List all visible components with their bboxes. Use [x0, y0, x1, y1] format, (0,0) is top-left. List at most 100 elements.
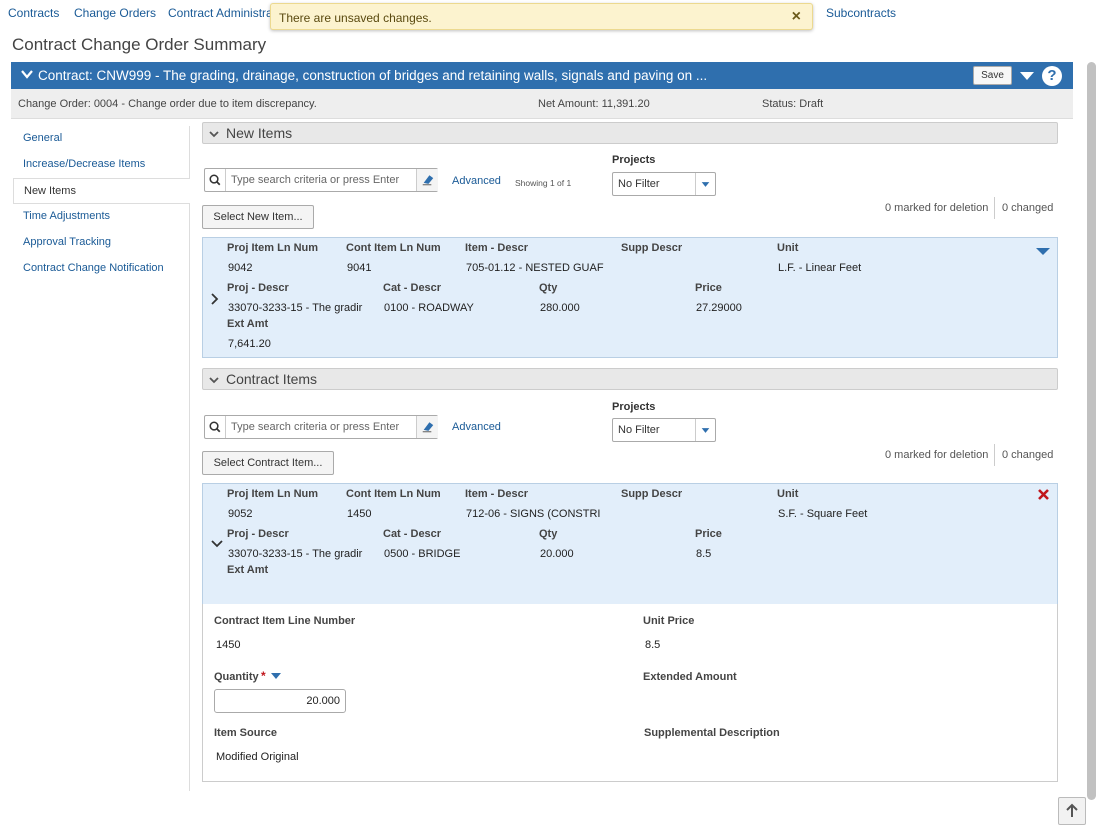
marked-for-deletion-count: 0 marked for deletion	[885, 449, 989, 461]
topnav-change-orders[interactable]: Change Orders	[74, 6, 156, 20]
header-cat-descr: Cat - Descr	[383, 528, 442, 540]
search-placeholder: Type search criteria or press Enter	[231, 174, 400, 186]
marked-for-deletion-count: 0 marked for deletion	[885, 202, 989, 214]
header-qty: Qty	[539, 528, 558, 540]
contract-items-projects-select[interactable]: No Filter	[612, 418, 716, 442]
topnav-contract-administration[interactable]: Contract Administrati	[168, 6, 279, 20]
section-title: New Items	[226, 125, 293, 141]
caret-down-icon[interactable]	[271, 673, 281, 680]
projects-label: Projects	[612, 154, 656, 166]
unit-price-label: Unit Price	[643, 615, 695, 627]
cell-proj-item: 9052	[228, 508, 253, 520]
line-number-label: Contract Item Line Number	[214, 615, 356, 627]
search-icon[interactable]	[205, 416, 226, 438]
chevron-down-icon[interactable]	[211, 539, 223, 549]
arrow-up-icon	[1066, 803, 1078, 817]
nav-time-adjustments[interactable]: Time Adjustments	[13, 204, 190, 230]
cell-item-descr: 712-06 - SIGNS (CONSTRI	[466, 508, 601, 520]
header-qty: Qty	[539, 282, 558, 294]
nav-general[interactable]: General	[13, 126, 190, 152]
header-item-descr: Item - Descr	[465, 488, 528, 500]
header-ext-amt: Ext Amt	[227, 564, 269, 576]
status-label: Status: Draft	[762, 98, 824, 110]
header-ext-amt: Ext Amt	[227, 318, 269, 330]
new-items-advanced-link[interactable]: Advanced	[452, 175, 501, 187]
contract-items-section-header[interactable]: Contract Items	[202, 368, 1058, 390]
contract-items-advanced-link[interactable]: Advanced	[452, 421, 501, 433]
close-icon[interactable]: ×	[792, 8, 801, 26]
required-mark: *	[261, 669, 266, 683]
delete-x-icon[interactable]	[1038, 489, 1049, 500]
vertical-scrollbar[interactable]	[1085, 60, 1098, 802]
nav-contract-change-notification[interactable]: Contract Change Notification	[13, 256, 190, 282]
eraser-icon[interactable]	[416, 169, 438, 191]
change-order-label: Change Order: 0004 - Change order due to…	[18, 98, 317, 110]
topnav-contracts[interactable]: Contracts	[8, 6, 59, 20]
search-icon[interactable]	[205, 169, 226, 191]
page-title: Contract Change Order Summary	[12, 35, 267, 54]
unit-price-value: 8.5	[645, 639, 661, 651]
chevron-right-icon[interactable]	[210, 293, 220, 305]
cell-qty: 20.000	[540, 548, 574, 560]
extended-amount-label: Extended Amount	[643, 671, 737, 683]
cell-proj-descr: 33070-3233-15 - The gradir	[228, 302, 363, 314]
showing-count: Showing 1 of 1	[515, 178, 572, 188]
caret-down-icon[interactable]	[1036, 247, 1050, 256]
select-new-item-button[interactable]: Select New Item...	[202, 205, 314, 229]
help-icon[interactable]: ?	[1042, 66, 1062, 86]
toast-message: There are unsaved changes.	[279, 11, 432, 25]
net-amount: Net Amount: 11,391.20	[538, 98, 650, 110]
scrollbar-thumb[interactable]	[1087, 62, 1096, 800]
supplemental-description-label: Supplemental Description	[644, 727, 780, 739]
item-source-label: Item Source	[214, 727, 277, 739]
unsaved-changes-toast: There are unsaved changes. ×	[270, 3, 813, 30]
nav-increase-decrease-items[interactable]: Increase/Decrease Items	[13, 152, 190, 178]
left-nav: General Increase/Decrease Items New Item…	[13, 126, 190, 791]
changed-count: 0 changed	[1002, 202, 1054, 214]
divider	[994, 444, 995, 466]
projects-label: Projects	[612, 401, 656, 413]
header-cat-descr: Cat - Descr	[383, 282, 442, 294]
save-button[interactable]: Save	[973, 66, 1012, 85]
contract-item-row-card[interactable]: Proj Item Ln Num Cont Item Ln Num Item -…	[202, 483, 1058, 605]
line-number-value: 1450	[216, 639, 241, 651]
nav-new-items[interactable]: New Items	[13, 178, 190, 204]
search-placeholder: Type search criteria or press Enter	[231, 421, 400, 433]
item-source-value: Modified Original	[216, 751, 299, 763]
new-items-projects-select[interactable]: No Filter	[612, 172, 716, 196]
caret-down-icon	[695, 419, 710, 441]
chevron-down-icon[interactable]	[21, 68, 33, 80]
scroll-to-top-button[interactable]	[1058, 797, 1086, 825]
contract-header-bar: Contract: CNW999 - The grading, drainage…	[11, 62, 1073, 89]
new-items-section-header[interactable]: New Items	[202, 122, 1058, 144]
cell-price: 8.5	[696, 548, 712, 560]
topnav-subcontracts[interactable]: Subcontracts	[826, 6, 896, 20]
changed-count: 0 changed	[1002, 449, 1054, 461]
chevron-down-icon	[209, 377, 219, 384]
header-cont-item: Cont Item Ln Num	[346, 242, 441, 254]
contract-items-search-input[interactable]: Type search criteria or press Enter	[204, 415, 438, 439]
new-item-row-card[interactable]: Proj Item Ln Num Cont Item Ln Num Item -…	[202, 237, 1058, 358]
contract-item-detail-panel: Contract Item Line Number 1450 Unit Pric…	[202, 604, 1058, 782]
contract-title: Contract: CNW999 - The grading, drainage…	[38, 68, 708, 83]
header-proj-item: Proj Item Ln Num	[227, 488, 319, 500]
header-proj-descr: Proj - Descr	[227, 282, 289, 294]
select-contract-item-button[interactable]: Select Contract Item...	[202, 451, 334, 475]
cell-proj-descr: 33070-3233-15 - The gradir	[228, 548, 363, 560]
eraser-icon[interactable]	[416, 416, 438, 438]
header-item-descr: Item - Descr	[465, 242, 528, 254]
new-items-search-input[interactable]: Type search criteria or press Enter	[204, 168, 438, 192]
cell-item-descr: 705-01.12 - NESTED GUAF	[466, 262, 604, 274]
header-unit: Unit	[777, 488, 799, 500]
header-cont-item: Cont Item Ln Num	[346, 488, 441, 500]
header-proj-item: Proj Item Ln Num	[227, 242, 319, 254]
cell-price: 27.29000	[696, 302, 742, 314]
cell-cont-item: 9041	[347, 262, 372, 274]
header-price: Price	[695, 528, 722, 540]
divider	[994, 197, 995, 219]
header-price: Price	[695, 282, 722, 294]
cell-qty: 280.000	[540, 302, 580, 314]
nav-approval-tracking[interactable]: Approval Tracking	[13, 230, 190, 256]
caret-down-icon[interactable]	[1020, 71, 1034, 81]
quantity-input[interactable]: 20.000	[214, 689, 346, 713]
